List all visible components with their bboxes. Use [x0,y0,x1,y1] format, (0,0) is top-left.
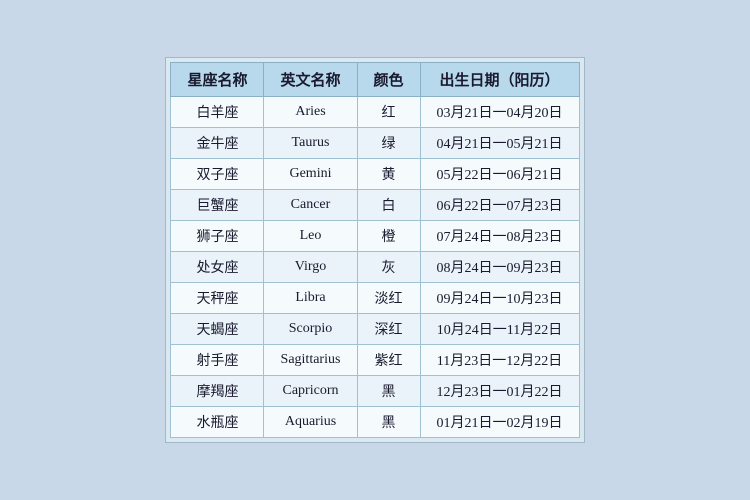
cell-chinese-name: 狮子座 [171,221,264,252]
cell-english-name: Cancer [264,190,357,221]
cell-chinese-name: 巨蟹座 [171,190,264,221]
cell-english-name: Capricorn [264,376,357,407]
cell-dates: 11月23日一12月22日 [420,345,579,376]
cell-chinese-name: 双子座 [171,159,264,190]
cell-dates: 05月22日一06月21日 [420,159,579,190]
table-row: 金牛座Taurus绿04月21日一05月21日 [171,128,579,159]
zodiac-table-container: 星座名称 英文名称 颜色 出生日期（阳历） 白羊座Aries红03月21日一04… [165,57,584,443]
cell-chinese-name: 白羊座 [171,97,264,128]
cell-color: 深红 [357,314,420,345]
table-header-row: 星座名称 英文名称 颜色 出生日期（阳历） [171,63,579,97]
table-row: 狮子座Leo橙07月24日一08月23日 [171,221,579,252]
cell-dates: 12月23日一01月22日 [420,376,579,407]
cell-english-name: Taurus [264,128,357,159]
cell-english-name: Leo [264,221,357,252]
cell-chinese-name: 射手座 [171,345,264,376]
cell-color: 黑 [357,376,420,407]
header-color: 颜色 [357,63,420,97]
cell-chinese-name: 处女座 [171,252,264,283]
cell-dates: 03月21日一04月20日 [420,97,579,128]
table-row: 天蝎座Scorpio深红10月24日一11月22日 [171,314,579,345]
cell-color: 紫红 [357,345,420,376]
cell-color: 白 [357,190,420,221]
cell-english-name: Gemini [264,159,357,190]
cell-chinese-name: 天蝎座 [171,314,264,345]
cell-chinese-name: 水瓶座 [171,407,264,438]
cell-english-name: Aquarius [264,407,357,438]
cell-chinese-name: 金牛座 [171,128,264,159]
cell-color: 灰 [357,252,420,283]
cell-english-name: Virgo [264,252,357,283]
table-row: 天秤座Libra淡红09月24日一10月23日 [171,283,579,314]
header-english-name: 英文名称 [264,63,357,97]
cell-color: 黄 [357,159,420,190]
table-row: 水瓶座Aquarius黑01月21日一02月19日 [171,407,579,438]
cell-dates: 07月24日一08月23日 [420,221,579,252]
table-row: 摩羯座Capricorn黑12月23日一01月22日 [171,376,579,407]
cell-color: 红 [357,97,420,128]
table-row: 双子座Gemini黄05月22日一06月21日 [171,159,579,190]
cell-color: 绿 [357,128,420,159]
cell-dates: 04月21日一05月21日 [420,128,579,159]
cell-dates: 06月22日一07月23日 [420,190,579,221]
cell-chinese-name: 摩羯座 [171,376,264,407]
cell-english-name: Libra [264,283,357,314]
cell-color: 淡红 [357,283,420,314]
cell-color: 橙 [357,221,420,252]
table-row: 处女座Virgo灰08月24日一09月23日 [171,252,579,283]
cell-english-name: Sagittarius [264,345,357,376]
cell-english-name: Scorpio [264,314,357,345]
cell-dates: 01月21日一02月19日 [420,407,579,438]
cell-color: 黑 [357,407,420,438]
header-dates: 出生日期（阳历） [420,63,579,97]
cell-dates: 08月24日一09月23日 [420,252,579,283]
cell-dates: 10月24日一11月22日 [420,314,579,345]
cell-english-name: Aries [264,97,357,128]
zodiac-table: 星座名称 英文名称 颜色 出生日期（阳历） 白羊座Aries红03月21日一04… [170,62,579,438]
table-row: 白羊座Aries红03月21日一04月20日 [171,97,579,128]
header-chinese-name: 星座名称 [171,63,264,97]
table-row: 射手座Sagittarius紫红11月23日一12月22日 [171,345,579,376]
table-row: 巨蟹座Cancer白06月22日一07月23日 [171,190,579,221]
cell-dates: 09月24日一10月23日 [420,283,579,314]
cell-chinese-name: 天秤座 [171,283,264,314]
